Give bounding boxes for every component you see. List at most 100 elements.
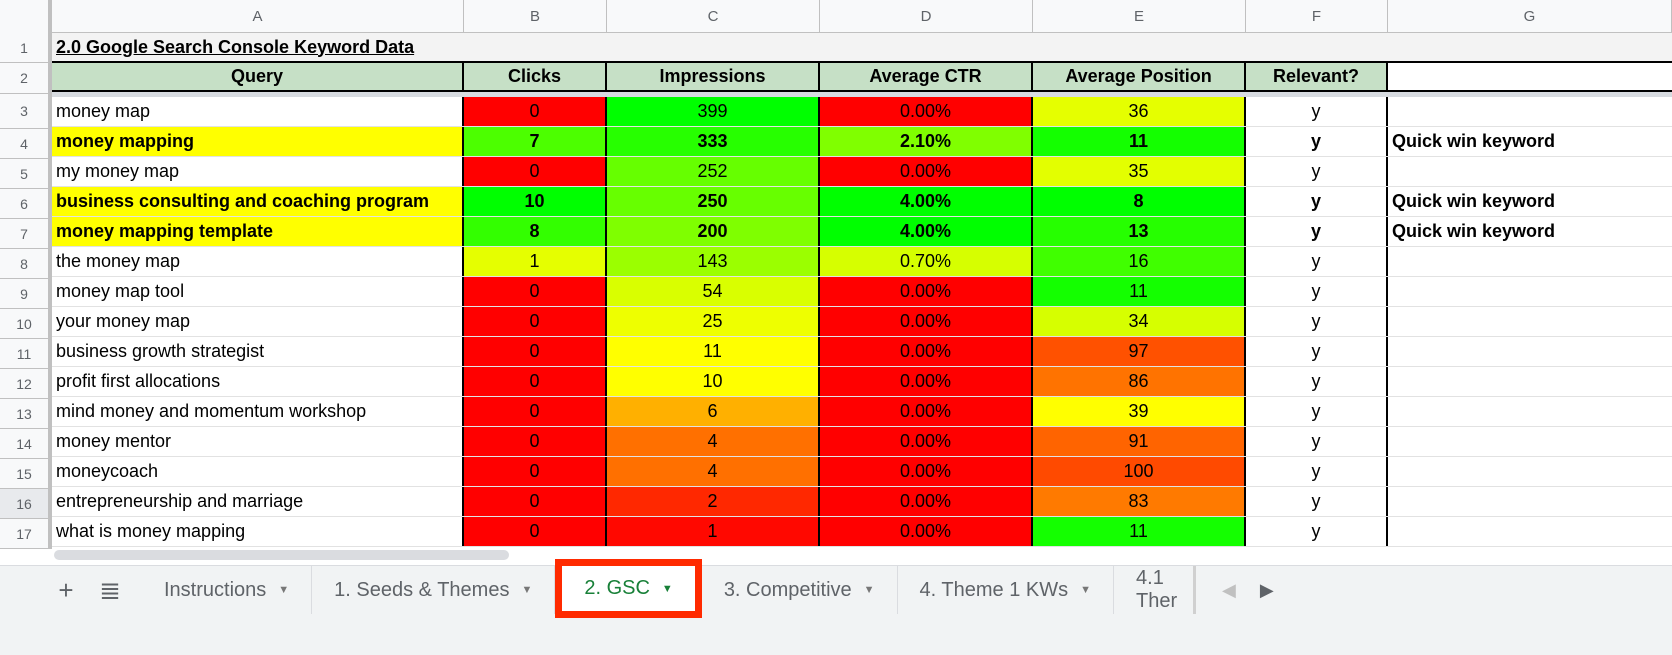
cell-note[interactable] (1388, 427, 1672, 456)
column-header-c[interactable]: C (607, 0, 820, 33)
cell-impressions[interactable]: 2 (607, 487, 820, 516)
cell-impressions[interactable]: 252 (607, 157, 820, 186)
cell-query[interactable]: money mentor (52, 427, 464, 456)
row-header-13[interactable]: 13 (0, 399, 48, 429)
cell-query[interactable]: entrepreneurship and marriage (52, 487, 464, 516)
cell-note[interactable] (1388, 247, 1672, 276)
cell-position[interactable]: 11 (1033, 277, 1246, 306)
sheet-tab[interactable]: Instructions ▼ (142, 566, 313, 614)
cell-position[interactable]: 13 (1033, 217, 1246, 246)
cell-clicks[interactable]: 7 (464, 127, 607, 156)
cell-relevant[interactable]: y (1246, 217, 1388, 246)
cell-relevant[interactable]: y (1246, 127, 1388, 156)
chevron-down-icon[interactable]: ▼ (662, 583, 673, 595)
cell-note[interactable] (1388, 157, 1672, 186)
row-header-8[interactable]: 8 (0, 249, 48, 279)
row-header-12[interactable]: 12 (0, 369, 48, 399)
row-header-10[interactable]: 10 (0, 309, 48, 339)
cell-ctr[interactable]: 0.00% (820, 307, 1033, 336)
chevron-down-icon[interactable]: ▼ (521, 584, 532, 596)
cell-note[interactable] (1388, 337, 1672, 366)
row-header-5[interactable]: 5 (0, 159, 48, 189)
header-g-empty[interactable] (1388, 63, 1672, 90)
cell-clicks[interactable]: 0 (464, 487, 607, 516)
cell-position[interactable]: 36 (1033, 97, 1246, 126)
cell-query[interactable]: money map (52, 97, 464, 126)
column-header-b[interactable]: B (464, 0, 607, 33)
cell-ctr[interactable]: 4.00% (820, 217, 1033, 246)
chevron-down-icon[interactable]: ▼ (864, 584, 875, 596)
cell-ctr[interactable]: 4.00% (820, 187, 1033, 216)
cell-relevant[interactable]: y (1246, 517, 1388, 546)
cell-clicks[interactable]: 0 (464, 157, 607, 186)
cell-query[interactable]: your money map (52, 307, 464, 336)
horizontal-scrollbar-thumb[interactable] (54, 550, 509, 560)
cell-note[interactable] (1388, 367, 1672, 396)
cell-clicks[interactable]: 1 (464, 247, 607, 276)
cell-ctr[interactable]: 0.00% (820, 457, 1033, 486)
cell-clicks[interactable]: 0 (464, 457, 607, 486)
cell-position[interactable]: 35 (1033, 157, 1246, 186)
scroll-left-icon[interactable]: ◀ (1222, 580, 1236, 601)
cell-ctr[interactable]: 0.00% (820, 367, 1033, 396)
cell-impressions[interactable]: 54 (607, 277, 820, 306)
cell-query[interactable]: money mapping template (52, 217, 464, 246)
cell-query[interactable]: the money map (52, 247, 464, 276)
select-all-corner[interactable] (0, 0, 52, 33)
cell-ctr[interactable]: 0.00% (820, 277, 1033, 306)
row-header-3[interactable]: 3 (0, 94, 48, 129)
cell-clicks[interactable]: 0 (464, 97, 607, 126)
cell-ctr[interactable]: 0.00% (820, 427, 1033, 456)
cell-query[interactable]: money mapping (52, 127, 464, 156)
cell-impressions[interactable]: 4 (607, 457, 820, 486)
cell-query[interactable]: my money map (52, 157, 464, 186)
sheet-tab[interactable]: 3. Competitive ▼ (702, 566, 898, 614)
cell-query[interactable]: business growth strategist (52, 337, 464, 366)
cell-relevant[interactable]: y (1246, 277, 1388, 306)
cell-ctr[interactable]: 0.00% (820, 517, 1033, 546)
row-header-14[interactable]: 14 (0, 429, 48, 459)
cell-clicks[interactable]: 8 (464, 217, 607, 246)
cell-note[interactable] (1388, 397, 1672, 426)
cell-clicks[interactable]: 0 (464, 367, 607, 396)
column-header-a[interactable]: A (52, 0, 464, 33)
row-header-16[interactable]: 16 (0, 489, 48, 519)
cell-note[interactable] (1388, 277, 1672, 306)
cell-impressions[interactable]: 1 (607, 517, 820, 546)
header-average-ctr[interactable]: Average CTR (820, 63, 1033, 90)
all-sheets-icon[interactable]: ≣ (88, 566, 132, 614)
cell-impressions[interactable]: 11 (607, 337, 820, 366)
cell-relevant[interactable]: y (1246, 157, 1388, 186)
cell-clicks[interactable]: 0 (464, 277, 607, 306)
cell-note[interactable]: Quick win keyword (1388, 217, 1672, 246)
row-header-1[interactable]: 1 (0, 33, 48, 63)
cell-relevant[interactable]: y (1246, 367, 1388, 396)
cell-note[interactable]: Quick win keyword (1388, 127, 1672, 156)
column-header-e[interactable]: E (1033, 0, 1246, 33)
cell-position[interactable]: 8 (1033, 187, 1246, 216)
cell-impressions[interactable]: 143 (607, 247, 820, 276)
cell-relevant[interactable]: y (1246, 427, 1388, 456)
chevron-down-icon[interactable]: ▼ (278, 584, 289, 596)
header-impressions[interactable]: Impressions (607, 63, 820, 90)
column-header-f[interactable]: F (1246, 0, 1388, 33)
header-relevant[interactable]: Relevant? (1246, 63, 1388, 90)
cell-impressions[interactable]: 399 (607, 97, 820, 126)
cell-relevant[interactable]: y (1246, 487, 1388, 516)
cell-impressions[interactable]: 4 (607, 427, 820, 456)
cell-note[interactable] (1388, 307, 1672, 336)
sheet-title-cell[interactable]: 2.0 Google Search Console Keyword Data (52, 33, 952, 61)
cell-impressions[interactable]: 250 (607, 187, 820, 216)
row-header-4[interactable]: 4 (0, 129, 48, 159)
column-header-d[interactable]: D (820, 0, 1033, 33)
row-header-6[interactable]: 6 (0, 189, 48, 219)
sheet-tab[interactable]: 4.1 Ther (1114, 566, 1197, 614)
cell-query[interactable]: profit first allocations (52, 367, 464, 396)
cell-impressions[interactable]: 333 (607, 127, 820, 156)
cell-relevant[interactable]: y (1246, 337, 1388, 366)
cell-relevant[interactable]: y (1246, 307, 1388, 336)
cell-clicks[interactable]: 0 (464, 337, 607, 366)
sheet-tab[interactable]: 1. Seeds & Themes ▼ (312, 566, 556, 614)
plus-icon[interactable]: + (44, 566, 88, 614)
cell-position[interactable]: 91 (1033, 427, 1246, 456)
